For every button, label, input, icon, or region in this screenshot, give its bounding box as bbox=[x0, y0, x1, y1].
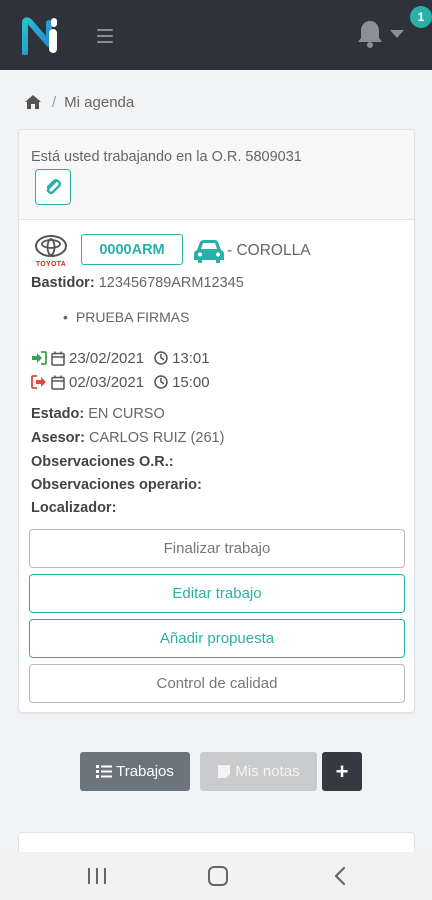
or-notes-line: Observaciones O.R.: bbox=[31, 454, 174, 470]
breadcrumb: / Mi agenda bbox=[24, 92, 134, 112]
or-notes-label: Observaciones O.R.: bbox=[31, 454, 174, 470]
top-bar: 1 bbox=[0, 0, 432, 70]
attachment-button[interactable] bbox=[35, 169, 71, 205]
plate-badge: 0000ARM bbox=[81, 234, 183, 265]
advisor-line: Asesor: CARLOS RUIZ (261) bbox=[31, 430, 224, 446]
advisor-label: Asesor: bbox=[31, 430, 85, 446]
status-line: Estado: EN CURSO bbox=[31, 406, 165, 422]
clock-icon bbox=[154, 351, 168, 365]
recents-icon[interactable] bbox=[88, 868, 106, 884]
my-notes-button[interactable]: Mis notas bbox=[200, 752, 317, 791]
status-label: Estado: bbox=[31, 406, 85, 422]
locator-line: Localizador: bbox=[31, 500, 116, 516]
advisor-value: CARLOS RUIZ (261) bbox=[89, 430, 225, 446]
chassis-value: 123456789ARM12345 bbox=[98, 275, 244, 291]
chassis-label: Bastidor: bbox=[31, 275, 95, 291]
entry-time: 13:01 bbox=[172, 349, 210, 367]
locator-label: Localizador: bbox=[31, 500, 117, 516]
add-proposal-button[interactable]: Añadir propuesta bbox=[29, 619, 405, 658]
sign-out-icon bbox=[31, 375, 46, 389]
home-nav-icon[interactable] bbox=[208, 866, 228, 886]
app-logo-icon[interactable] bbox=[22, 17, 60, 55]
quality-control-button[interactable]: Control de calidad bbox=[29, 664, 405, 703]
operator-notes-line: Observaciones operario: bbox=[31, 477, 202, 493]
system-nav-bar bbox=[0, 852, 432, 900]
exit-date-row: 02/03/2021 15:00 bbox=[31, 373, 210, 391]
my-notes-button-label: Mis notas bbox=[235, 763, 300, 780]
sign-in-icon bbox=[32, 351, 47, 365]
brand-label: TOYOTA bbox=[35, 261, 67, 268]
breadcrumb-current: Mi agenda bbox=[64, 93, 135, 111]
chevron-down-icon[interactable] bbox=[390, 30, 404, 38]
exit-date: 02/03/2021 bbox=[69, 373, 145, 391]
back-icon[interactable] bbox=[332, 867, 348, 885]
chassis-line: Bastidor: 123456789ARM12345 bbox=[31, 275, 244, 291]
home-icon[interactable] bbox=[24, 94, 42, 110]
work-order-banner: Está usted trabajando en la O.R. 5809031 bbox=[31, 149, 302, 165]
task-item: PRUEBA FIRMAS bbox=[63, 309, 190, 325]
finish-job-button[interactable]: Finalizar trabajo bbox=[29, 529, 405, 568]
calendar-icon bbox=[51, 375, 65, 390]
entry-date: 23/02/2021 bbox=[69, 349, 145, 367]
jobs-button[interactable]: Trabajos bbox=[80, 752, 190, 791]
operator-notes-label: Observaciones operario: bbox=[31, 477, 202, 493]
work-order-card: Está usted trabajando en la O.R. 5809031… bbox=[18, 129, 415, 713]
work-order-header: Está usted trabajando en la O.R. 5809031 bbox=[19, 130, 414, 220]
bell-icon[interactable] bbox=[354, 18, 386, 50]
add-button[interactable]: + bbox=[322, 752, 362, 791]
list-icon bbox=[96, 765, 113, 778]
notification-badge: 1 bbox=[410, 6, 432, 28]
exit-time: 15:00 bbox=[172, 373, 210, 391]
jobs-button-label: Trabajos bbox=[116, 763, 174, 780]
paperclip-icon bbox=[46, 179, 61, 195]
car-icon bbox=[194, 240, 224, 263]
clock-icon bbox=[154, 375, 168, 389]
entry-date-row: 23/02/2021 13:01 bbox=[31, 349, 210, 367]
edit-job-button[interactable]: Editar trabajo bbox=[29, 574, 405, 613]
status-value: EN CURSO bbox=[88, 406, 165, 422]
calendar-icon bbox=[51, 351, 65, 366]
breadcrumb-separator: / bbox=[52, 93, 57, 111]
note-icon bbox=[218, 765, 231, 778]
hamburger-icon[interactable] bbox=[97, 29, 113, 43]
vehicle-row: TOYOTA 0000ARM - COROLLA bbox=[29, 234, 409, 270]
vehicle-model: - COROLLA bbox=[227, 242, 311, 259]
